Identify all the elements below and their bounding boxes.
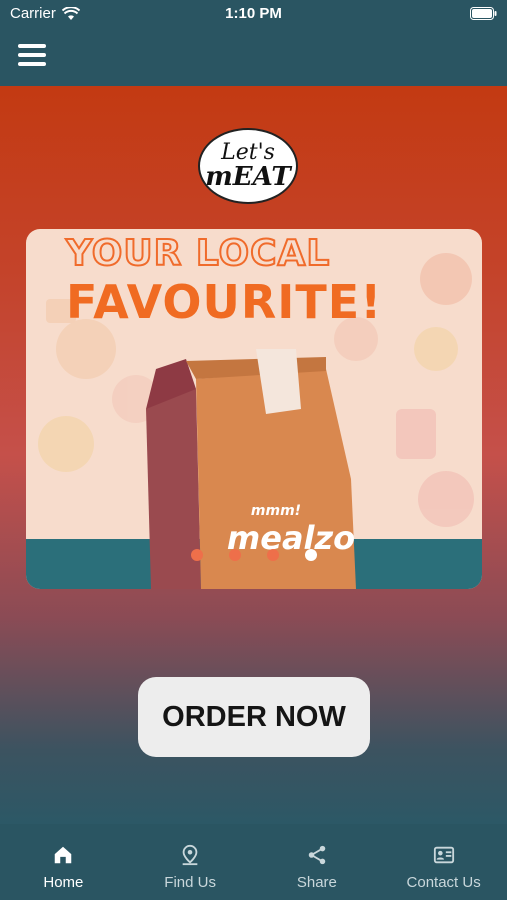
tab-find-us-label: Find Us [164, 874, 216, 891]
hamburger-menu-icon[interactable] [18, 44, 46, 68]
tab-share[interactable]: Share [254, 824, 381, 900]
tab-find-us[interactable]: Find Us [127, 824, 254, 900]
order-now-button[interactable]: ORDER NOW [138, 677, 370, 757]
main-content: Let's mEAT YOUR LOCAL FAVOURITE! mmm! me… [0, 86, 507, 824]
carousel-dot-3[interactable] [267, 549, 279, 561]
bottom-tab-bar: Home Find Us Share Contact Us [0, 824, 507, 900]
contact-card-icon [433, 846, 454, 864]
tab-home-label: Home [43, 874, 84, 891]
battery-icon [470, 7, 497, 24]
logo-line-2: mEAT [205, 162, 291, 192]
restaurant-logo: Let's mEAT [198, 128, 298, 204]
logo-line-1: Let's [221, 140, 275, 165]
bag-tag-text: mmm! [251, 503, 301, 519]
carousel-dot-2[interactable] [229, 549, 241, 561]
banner-headline-bottom: FAVOURITE! [66, 275, 383, 329]
tab-home[interactable]: Home [0, 824, 127, 900]
share-icon [308, 845, 326, 865]
tab-contact-us-label: Contact Us [406, 874, 481, 891]
location-pin-icon [182, 844, 198, 866]
promo-banner-carousel[interactable]: YOUR LOCAL FAVOURITE! mmm! mealzo [26, 229, 482, 589]
tab-share-label: Share [296, 874, 337, 891]
banner-headline-top: YOUR LOCAL [65, 232, 331, 275]
tab-contact-us[interactable]: Contact Us [380, 824, 507, 900]
status-bar: Carrier 1:10 PM [0, 0, 507, 28]
carousel-indicators [26, 549, 482, 561]
carousel-dot-1[interactable] [191, 549, 203, 561]
home-icon [55, 846, 72, 864]
carousel-dot-4[interactable] [305, 549, 317, 561]
app-header [0, 28, 507, 86]
status-time: 1:10 PM [225, 5, 282, 22]
